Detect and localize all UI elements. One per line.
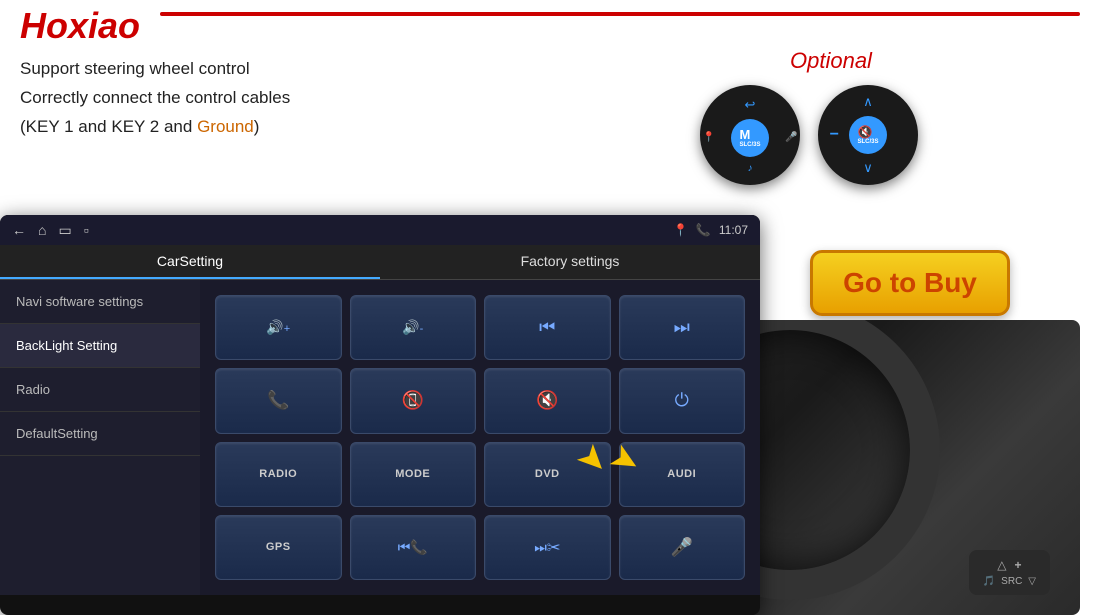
gps-label: GPS (266, 541, 291, 553)
tab-car-setting[interactable]: CarSetting (0, 245, 380, 279)
call-icon: 📞 (267, 390, 289, 411)
grid-btn-call[interactable]: 📞 (215, 368, 342, 433)
next-track-icon: ⏭ (674, 317, 690, 338)
grid-btn-prev-call[interactable]: ⏮📞 (350, 515, 477, 580)
btn1-center: M SLC/3S (731, 119, 769, 157)
description-line2: Correctly connect the control cables (20, 84, 290, 113)
grid-btn-next[interactable]: ⏭ (619, 295, 746, 360)
dvd-label: DVD (535, 468, 560, 480)
grid-btn-radio[interactable]: RADIO (215, 442, 342, 507)
btn2-bottom-icon: ∨ (863, 160, 873, 176)
sidebar-item-radio[interactable]: Radio (0, 368, 200, 412)
top-accent-line (160, 12, 1080, 16)
sidebar-item-backlight[interactable]: BackLight Setting (0, 324, 200, 368)
prev-call-icon: ⏮📞 (398, 539, 428, 556)
description-line3: (KEY 1 and KEY 2 and Ground) (20, 113, 290, 142)
settings-sidebar: Navi software settings BackLight Setting… (0, 280, 200, 595)
gps-status-icon: 📍 (673, 223, 688, 237)
steering-control-btn-2[interactable]: ∧ − 🔇 SLC/3S + ∨ (818, 85, 918, 185)
tab-factory-settings[interactable]: Factory settings (380, 245, 760, 279)
next-mixed-icon: ⏭✂ (534, 539, 560, 556)
status-bar: ← ⌂ ▭ ▫ 📍 📞 11:07 (0, 215, 760, 245)
grid-btn-gps[interactable]: GPS (215, 515, 342, 580)
btn1-top-icon: ↩ (745, 97, 756, 113)
yellow-arrows: ➤ ➤ (580, 440, 639, 478)
status-right: 📍 📞 11:07 (673, 223, 748, 237)
grid-btn-prev[interactable]: ⏮ (484, 295, 611, 360)
btn1-bottom-icon: ♪ (748, 163, 753, 174)
btn2-top-icon: ∧ (863, 94, 873, 110)
mode-label: MODE (395, 468, 430, 480)
grid-btn-mode[interactable]: MODE (350, 442, 477, 507)
clock: 11:07 (719, 223, 748, 237)
window-icon[interactable]: ▫ (84, 222, 89, 238)
sidebar-item-default[interactable]: DefaultSetting (0, 412, 200, 456)
brand-logo: Hoxiao (20, 5, 140, 47)
grid-btn-end-call[interactable]: 📵 (350, 368, 477, 433)
optional-controls: ↩ 📍 M SLC/3S 🎤 ♪ ∧ − 🔇 SLC/3S (700, 85, 918, 185)
recent-apps-icon[interactable]: ▭ (58, 222, 71, 239)
btn2-center: 🔇 SLC/3S (849, 116, 887, 154)
optional-label: Optional (790, 48, 872, 74)
car-unit-screen: ← ⌂ ▭ ▫ 📍 📞 11:07 CarSetting Factory set… (0, 215, 760, 615)
vol-up-icon: 🔊+ (266, 319, 290, 336)
mute-icon: 🔇 (536, 390, 558, 411)
phone-status-icon: 📞 (696, 223, 711, 237)
grid-btn-mic[interactable]: 🎤 (619, 515, 746, 580)
btn1-left-icon: 📍 (703, 132, 715, 143)
audio-label: AUDI (667, 468, 696, 480)
power-icon: ⏻ (675, 390, 689, 411)
end-call-icon: 📵 (402, 390, 424, 411)
settings-content: Navi software settings BackLight Setting… (0, 280, 760, 595)
grid-btn-vol-up[interactable]: 🔊+ (215, 295, 342, 360)
description-line1: Support steering wheel control (20, 55, 290, 84)
grid-btn-next-mixed[interactable]: ⏭✂ (484, 515, 611, 580)
mic-icon: 🎤 (671, 537, 693, 558)
description-block: Support steering wheel control Correctly… (20, 55, 290, 142)
grid-btn-power[interactable]: ⏻ (619, 368, 746, 433)
sidebar-item-navi[interactable]: Navi software settings (0, 280, 200, 324)
vol-down-icon: 🔊- (402, 319, 423, 336)
prev-track-icon: ⏮ (539, 317, 555, 338)
steering-control-btn-1[interactable]: ↩ 📍 M SLC/3S 🎤 ♪ (700, 85, 800, 185)
btn1-right-icon: 🎤 (785, 132, 797, 143)
settings-tabs: CarSetting Factory settings (0, 245, 760, 280)
back-icon[interactable]: ← (12, 222, 26, 238)
home-icon[interactable]: ⌂ (38, 222, 46, 238)
grid-btn-vol-down[interactable]: 🔊- (350, 295, 477, 360)
button-grid: 🔊+ 🔊- ⏮ ⏭ 📞 📵 🔇 ⏻ (200, 280, 760, 595)
go-to-buy-button[interactable]: Go to Buy (810, 250, 1010, 316)
grid-btn-mute[interactable]: 🔇 (484, 368, 611, 433)
btn2-left-icon: − (830, 126, 839, 144)
radio-label: RADIO (259, 468, 297, 480)
